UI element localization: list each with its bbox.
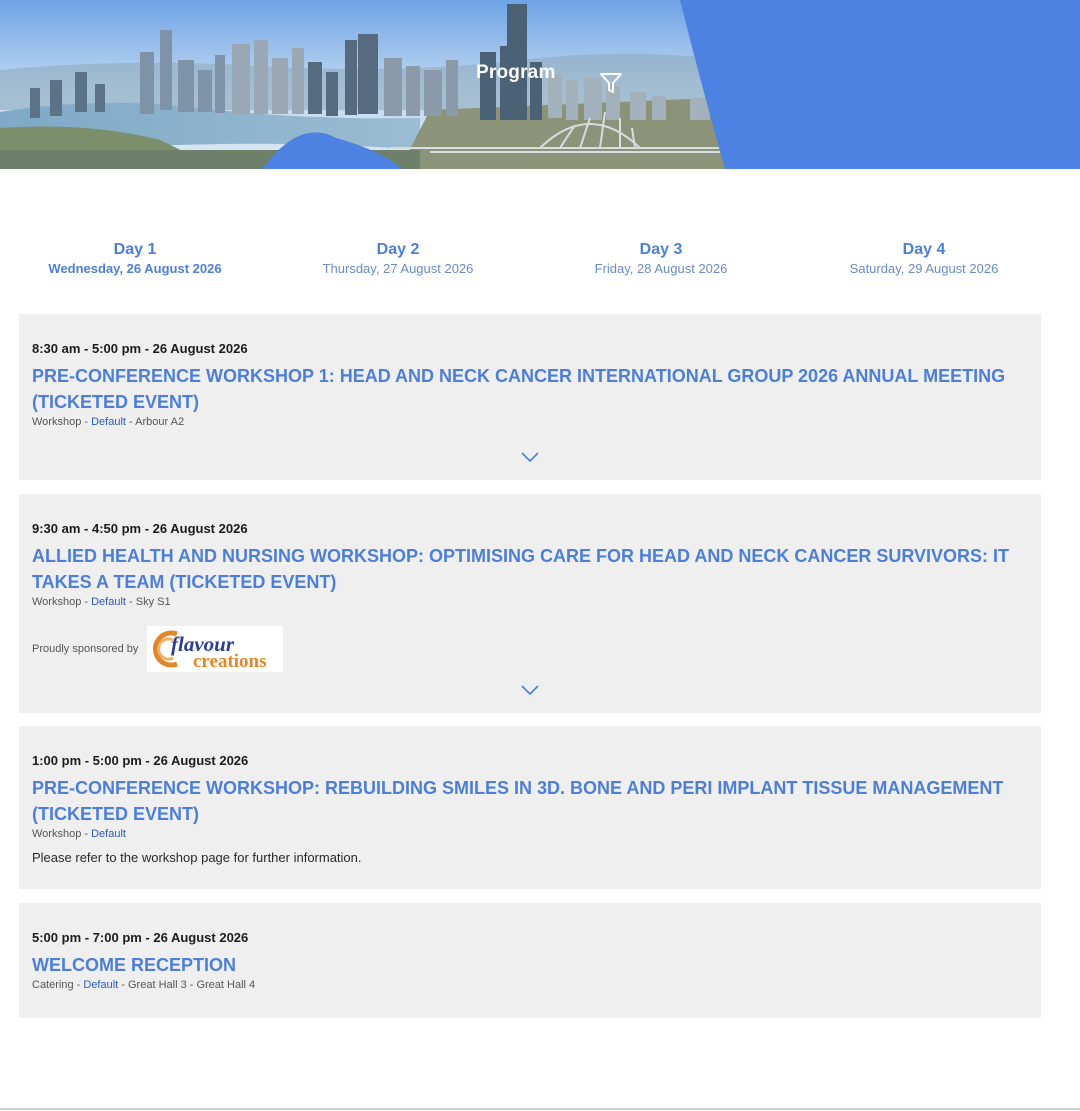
session-meta: Workshop - Default - Arbour A2 — [32, 415, 1028, 430]
session-stream-link[interactable]: Default — [91, 596, 126, 608]
day-date: Saturday, 29 August 2026 — [849, 261, 999, 276]
tab-day-2[interactable]: Day 2 Thursday, 27 August 2026 — [268, 240, 528, 278]
meta-separator: - — [73, 979, 84, 991]
session-meta: Workshop - Default - Sky S1 — [32, 595, 1028, 610]
day-label: Day 3 — [639, 241, 683, 258]
session-location: Sky S1 — [135, 596, 171, 608]
city-skyline-image — [0, 0, 1080, 169]
expand-button[interactable] — [520, 450, 540, 463]
tab-day-1[interactable]: Day 1 Wednesday, 26 August 2026 — [5, 240, 265, 278]
session-card: 9:30 am - 4:50 pm - 26 August 2026 ALLIE… — [19, 494, 1041, 713]
meta-separator: - — [118, 979, 128, 991]
chevron-down-icon — [521, 452, 539, 463]
session-stream-link[interactable]: Default — [91, 416, 126, 428]
session-title[interactable]: WELCOME RECEPTION — [32, 952, 1028, 978]
tab-day-4[interactable]: Day 4 Saturday, 29 August 2026 — [794, 240, 1054, 278]
day-date: Friday, 28 August 2026 — [594, 261, 728, 276]
meta-separator: - — [81, 828, 92, 840]
day-label: Day 4 — [902, 241, 946, 258]
session-stream-link[interactable]: Default — [91, 828, 126, 840]
session-location: Great Hall 3 - Great Hall 4 — [128, 979, 256, 991]
page-title: Program — [476, 62, 556, 83]
filter-icon — [600, 73, 622, 93]
session-time: 5:00 pm - 7:00 pm - 26 August 2026 — [32, 930, 249, 945]
logo-word-2: creations — [193, 651, 267, 672]
session-time: 8:30 am - 5:00 pm - 26 August 2026 — [32, 341, 248, 356]
day-date: Wednesday, 26 August 2026 — [48, 261, 222, 276]
session-title[interactable]: ALLIED HEALTH AND NURSING WORKSHOP: OPTI… — [32, 543, 1028, 595]
chevron-down-icon — [521, 685, 539, 696]
meta-separator: - — [125, 416, 136, 428]
meta-separator: - — [81, 416, 92, 428]
session-location: Arbour A2 — [135, 416, 185, 428]
day-date: Thursday, 27 August 2026 — [322, 261, 474, 276]
session-card: 8:30 am - 5:00 pm - 26 August 2026 PRE-C… — [19, 314, 1041, 480]
day-label: Day 2 — [376, 241, 420, 258]
session-time: 1:00 pm - 5:00 pm - 26 August 2026 — [32, 753, 249, 768]
filter-button[interactable] — [598, 71, 624, 95]
session-title[interactable]: PRE-CONFERENCE WORKSHOP: REBUILDING SMIL… — [32, 775, 1028, 827]
session-type: Catering — [32, 979, 74, 991]
session-card: 5:00 pm - 7:00 pm - 26 August 2026 WELCO… — [19, 903, 1041, 1018]
sponsor-label: Proudly sponsored by — [32, 643, 139, 655]
session-note: Please refer to the workshop page for fu… — [32, 850, 362, 865]
session-type: Workshop — [32, 596, 82, 608]
session-time: 9:30 am - 4:50 pm - 26 August 2026 — [32, 521, 248, 536]
header-banner: Program — [0, 0, 1080, 169]
sponsor-row: Proudly sponsored by flavour creations — [32, 626, 1028, 672]
session-type: Workshop — [32, 416, 82, 428]
session-meta: Catering - Default - Great Hall 3 - Grea… — [32, 978, 1028, 993]
expand-button[interactable] — [520, 683, 540, 696]
day-tabs: Day 1 Wednesday, 26 August 2026 Day 2 Th… — [0, 240, 1060, 282]
flavour-creations-logo: flavour creations — [153, 630, 267, 672]
session-title[interactable]: PRE-CONFERENCE WORKSHOP 1: HEAD AND NECK… — [32, 363, 1028, 415]
session-type: Workshop — [32, 828, 82, 840]
session-card: 1:00 pm - 5:00 pm - 26 August 2026 PRE-C… — [19, 726, 1041, 889]
session-stream-link[interactable]: Default — [83, 979, 118, 991]
session-meta: Workshop - Default — [32, 827, 1028, 842]
sponsor-logo[interactable]: flavour creations — [147, 626, 284, 672]
page-divider — [0, 1108, 1080, 1110]
day-label: Day 1 — [113, 241, 157, 258]
tab-day-3[interactable]: Day 3 Friday, 28 August 2026 — [531, 240, 791, 278]
meta-separator: - — [81, 596, 92, 608]
meta-separator: - — [125, 596, 136, 608]
